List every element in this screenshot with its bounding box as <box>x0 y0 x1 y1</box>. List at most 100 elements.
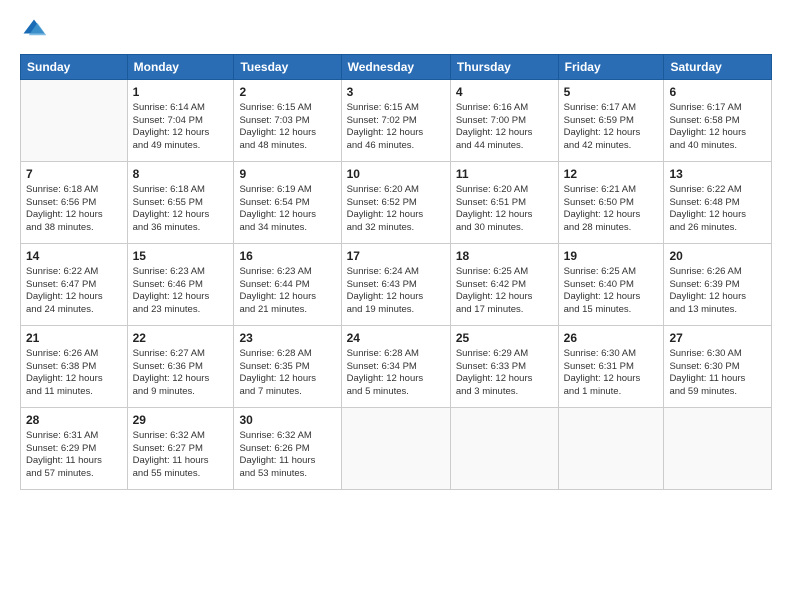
col-header-saturday: Saturday <box>664 55 772 80</box>
calendar-cell: 1Sunrise: 6:14 AM Sunset: 7:04 PM Daylig… <box>127 80 234 162</box>
day-info: Sunrise: 6:31 AM Sunset: 6:29 PM Dayligh… <box>26 430 122 481</box>
calendar-cell: 27Sunrise: 6:30 AM Sunset: 6:30 PM Dayli… <box>664 326 772 408</box>
calendar-cell <box>341 408 450 490</box>
day-info: Sunrise: 6:30 AM Sunset: 6:31 PM Dayligh… <box>564 348 659 399</box>
day-number: 22 <box>133 330 229 347</box>
col-header-tuesday: Tuesday <box>234 55 341 80</box>
col-header-wednesday: Wednesday <box>341 55 450 80</box>
day-info: Sunrise: 6:16 AM Sunset: 7:00 PM Dayligh… <box>456 102 553 153</box>
day-number: 8 <box>133 166 229 183</box>
calendar-cell <box>450 408 558 490</box>
day-number: 12 <box>564 166 659 183</box>
calendar-cell: 30Sunrise: 6:32 AM Sunset: 6:26 PM Dayli… <box>234 408 341 490</box>
calendar-cell: 13Sunrise: 6:22 AM Sunset: 6:48 PM Dayli… <box>664 162 772 244</box>
day-number: 3 <box>347 84 445 101</box>
day-number: 18 <box>456 248 553 265</box>
calendar-cell: 7Sunrise: 6:18 AM Sunset: 6:56 PM Daylig… <box>21 162 128 244</box>
calendar-cell: 12Sunrise: 6:21 AM Sunset: 6:50 PM Dayli… <box>558 162 664 244</box>
calendar-cell <box>21 80 128 162</box>
header <box>20 16 772 44</box>
day-info: Sunrise: 6:14 AM Sunset: 7:04 PM Dayligh… <box>133 102 229 153</box>
day-info: Sunrise: 6:17 AM Sunset: 6:59 PM Dayligh… <box>564 102 659 153</box>
day-number: 19 <box>564 248 659 265</box>
day-number: 4 <box>456 84 553 101</box>
calendar-cell: 9Sunrise: 6:19 AM Sunset: 6:54 PM Daylig… <box>234 162 341 244</box>
calendar-week-1: 1Sunrise: 6:14 AM Sunset: 7:04 PM Daylig… <box>21 80 772 162</box>
day-info: Sunrise: 6:20 AM Sunset: 6:52 PM Dayligh… <box>347 184 445 235</box>
calendar-cell: 24Sunrise: 6:28 AM Sunset: 6:34 PM Dayli… <box>341 326 450 408</box>
calendar-cell: 25Sunrise: 6:29 AM Sunset: 6:33 PM Dayli… <box>450 326 558 408</box>
calendar-cell <box>558 408 664 490</box>
day-number: 15 <box>133 248 229 265</box>
calendar-cell: 22Sunrise: 6:27 AM Sunset: 6:36 PM Dayli… <box>127 326 234 408</box>
day-info: Sunrise: 6:32 AM Sunset: 6:27 PM Dayligh… <box>133 430 229 481</box>
calendar-cell: 18Sunrise: 6:25 AM Sunset: 6:42 PM Dayli… <box>450 244 558 326</box>
day-number: 10 <box>347 166 445 183</box>
day-number: 27 <box>669 330 766 347</box>
day-info: Sunrise: 6:25 AM Sunset: 6:42 PM Dayligh… <box>456 266 553 317</box>
calendar-cell: 16Sunrise: 6:23 AM Sunset: 6:44 PM Dayli… <box>234 244 341 326</box>
day-number: 30 <box>239 412 335 429</box>
day-info: Sunrise: 6:18 AM Sunset: 6:55 PM Dayligh… <box>133 184 229 235</box>
calendar-cell: 5Sunrise: 6:17 AM Sunset: 6:59 PM Daylig… <box>558 80 664 162</box>
day-number: 28 <box>26 412 122 429</box>
day-info: Sunrise: 6:18 AM Sunset: 6:56 PM Dayligh… <box>26 184 122 235</box>
day-number: 21 <box>26 330 122 347</box>
calendar-table: SundayMondayTuesdayWednesdayThursdayFrid… <box>20 54 772 490</box>
page: SundayMondayTuesdayWednesdayThursdayFrid… <box>0 0 792 612</box>
day-number: 7 <box>26 166 122 183</box>
day-info: Sunrise: 6:26 AM Sunset: 6:39 PM Dayligh… <box>669 266 766 317</box>
col-header-sunday: Sunday <box>21 55 128 80</box>
day-info: Sunrise: 6:28 AM Sunset: 6:34 PM Dayligh… <box>347 348 445 399</box>
day-number: 17 <box>347 248 445 265</box>
day-info: Sunrise: 6:21 AM Sunset: 6:50 PM Dayligh… <box>564 184 659 235</box>
day-number: 29 <box>133 412 229 429</box>
day-info: Sunrise: 6:22 AM Sunset: 6:47 PM Dayligh… <box>26 266 122 317</box>
day-info: Sunrise: 6:28 AM Sunset: 6:35 PM Dayligh… <box>239 348 335 399</box>
day-number: 16 <box>239 248 335 265</box>
col-header-friday: Friday <box>558 55 664 80</box>
calendar-week-2: 7Sunrise: 6:18 AM Sunset: 6:56 PM Daylig… <box>21 162 772 244</box>
calendar-cell: 6Sunrise: 6:17 AM Sunset: 6:58 PM Daylig… <box>664 80 772 162</box>
day-number: 14 <box>26 248 122 265</box>
calendar-cell: 2Sunrise: 6:15 AM Sunset: 7:03 PM Daylig… <box>234 80 341 162</box>
calendar-cell: 28Sunrise: 6:31 AM Sunset: 6:29 PM Dayli… <box>21 408 128 490</box>
day-number: 5 <box>564 84 659 101</box>
logo-icon <box>20 16 48 44</box>
col-header-monday: Monday <box>127 55 234 80</box>
day-info: Sunrise: 6:15 AM Sunset: 7:02 PM Dayligh… <box>347 102 445 153</box>
day-info: Sunrise: 6:23 AM Sunset: 6:46 PM Dayligh… <box>133 266 229 317</box>
col-header-thursday: Thursday <box>450 55 558 80</box>
day-number: 13 <box>669 166 766 183</box>
day-number: 9 <box>239 166 335 183</box>
calendar-cell: 26Sunrise: 6:30 AM Sunset: 6:31 PM Dayli… <box>558 326 664 408</box>
day-number: 20 <box>669 248 766 265</box>
day-info: Sunrise: 6:26 AM Sunset: 6:38 PM Dayligh… <box>26 348 122 399</box>
day-number: 11 <box>456 166 553 183</box>
calendar-week-4: 21Sunrise: 6:26 AM Sunset: 6:38 PM Dayli… <box>21 326 772 408</box>
day-info: Sunrise: 6:30 AM Sunset: 6:30 PM Dayligh… <box>669 348 766 399</box>
calendar-week-5: 28Sunrise: 6:31 AM Sunset: 6:29 PM Dayli… <box>21 408 772 490</box>
calendar-cell: 29Sunrise: 6:32 AM Sunset: 6:27 PM Dayli… <box>127 408 234 490</box>
calendar-cell: 15Sunrise: 6:23 AM Sunset: 6:46 PM Dayli… <box>127 244 234 326</box>
day-number: 23 <box>239 330 335 347</box>
calendar-week-3: 14Sunrise: 6:22 AM Sunset: 6:47 PM Dayli… <box>21 244 772 326</box>
day-number: 24 <box>347 330 445 347</box>
calendar-cell: 3Sunrise: 6:15 AM Sunset: 7:02 PM Daylig… <box>341 80 450 162</box>
day-info: Sunrise: 6:25 AM Sunset: 6:40 PM Dayligh… <box>564 266 659 317</box>
day-info: Sunrise: 6:20 AM Sunset: 6:51 PM Dayligh… <box>456 184 553 235</box>
calendar-cell: 20Sunrise: 6:26 AM Sunset: 6:39 PM Dayli… <box>664 244 772 326</box>
day-info: Sunrise: 6:27 AM Sunset: 6:36 PM Dayligh… <box>133 348 229 399</box>
calendar-cell: 8Sunrise: 6:18 AM Sunset: 6:55 PM Daylig… <box>127 162 234 244</box>
calendar-cell: 11Sunrise: 6:20 AM Sunset: 6:51 PM Dayli… <box>450 162 558 244</box>
day-info: Sunrise: 6:29 AM Sunset: 6:33 PM Dayligh… <box>456 348 553 399</box>
day-info: Sunrise: 6:19 AM Sunset: 6:54 PM Dayligh… <box>239 184 335 235</box>
calendar-cell: 19Sunrise: 6:25 AM Sunset: 6:40 PM Dayli… <box>558 244 664 326</box>
day-number: 1 <box>133 84 229 101</box>
day-info: Sunrise: 6:15 AM Sunset: 7:03 PM Dayligh… <box>239 102 335 153</box>
calendar-cell <box>664 408 772 490</box>
calendar-cell: 17Sunrise: 6:24 AM Sunset: 6:43 PM Dayli… <box>341 244 450 326</box>
calendar-header-row: SundayMondayTuesdayWednesdayThursdayFrid… <box>21 55 772 80</box>
day-number: 2 <box>239 84 335 101</box>
day-info: Sunrise: 6:22 AM Sunset: 6:48 PM Dayligh… <box>669 184 766 235</box>
